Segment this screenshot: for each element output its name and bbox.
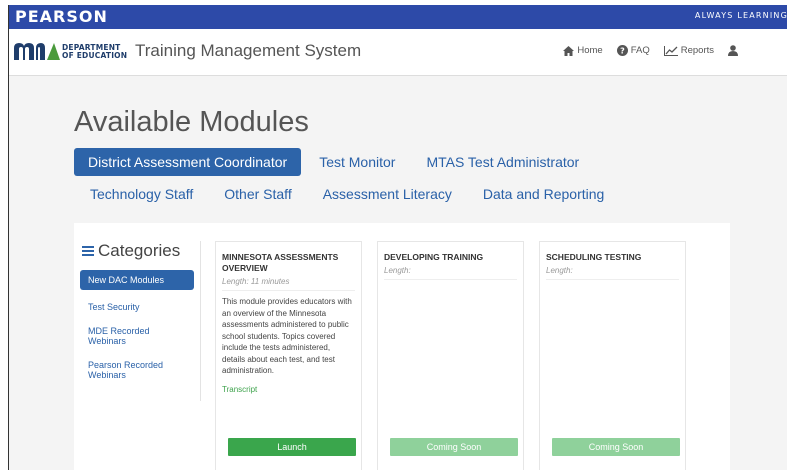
user-icon	[728, 45, 738, 56]
page-title: Available Modules	[74, 106, 309, 138]
card-length: Length: 11 minutes	[222, 277, 355, 291]
nav-faq[interactable]: ? FAQ	[616, 45, 650, 56]
pearson-bar: PEARSON ALWAYS LEARNING	[9, 5, 787, 29]
card-length: Length:	[384, 266, 517, 280]
module-tabs-row-2: Technology Staff Other Staff Assessment …	[74, 180, 635, 208]
category-test-security[interactable]: Test Security	[80, 299, 194, 315]
svg-text:?: ?	[620, 47, 625, 56]
category-list: New DAC Modules Test Security MDE Record…	[80, 270, 200, 383]
nav-user[interactable]	[728, 45, 738, 56]
question-circle-icon: ?	[616, 45, 628, 56]
tab-mtas-test-administrator[interactable]: MTAS Test Administrator	[426, 148, 579, 176]
menu-icon	[82, 246, 94, 256]
tab-technology-staff[interactable]: Technology Staff	[90, 180, 193, 208]
coming-soon-button[interactable]: Coming Soon	[390, 438, 518, 456]
home-icon	[563, 45, 575, 56]
launch-button[interactable]: Launch	[228, 438, 356, 456]
category-pearson-recorded-webinars[interactable]: Pearson Recorded Webinars	[80, 357, 194, 383]
category-mde-recorded-webinars[interactable]: MDE Recorded Webinars	[80, 323, 194, 349]
categories-heading: Categories	[82, 241, 200, 261]
card-title: SCHEDULING TESTING	[546, 252, 642, 262]
top-nav: Home ? FAQ Reports	[563, 45, 738, 56]
department-text: DEPARTMENT OF EDUCATION	[62, 43, 128, 60]
header: DEPARTMENT OF EDUCATION Training Managem…	[9, 29, 787, 76]
line-chart-icon	[663, 45, 678, 56]
card-title: MINNESOTA ASSESSMENTS OVERVIEW	[222, 252, 339, 273]
tab-assessment-literacy[interactable]: Assessment Literacy	[323, 180, 452, 208]
nav-reports[interactable]: Reports	[663, 45, 714, 56]
module-card-developing-training: DEVELOPING TRAINING Length: Coming Soon	[377, 241, 524, 470]
transcript-link[interactable]: Transcript	[222, 385, 355, 394]
app-title: Training Management System	[135, 41, 362, 60]
modules-panel: Categories New DAC Modules Test Security…	[74, 223, 730, 470]
pearson-logo[interactable]: PEARSON	[15, 7, 108, 26]
category-new-dac-modules[interactable]: New DAC Modules	[80, 270, 194, 290]
coming-soon-button[interactable]: Coming Soon	[552, 438, 680, 456]
module-card-mn-assessments-overview: MINNESOTA ASSESSMENTS OVERVIEW Length: 1…	[215, 241, 362, 470]
card-length: Length:	[546, 266, 679, 280]
module-card-scheduling-testing: SCHEDULING TESTING Length: Coming Soon	[539, 241, 686, 470]
tab-district-assessment-coordinator[interactable]: District Assessment Coordinator	[74, 148, 302, 176]
tab-other-staff[interactable]: Other Staff	[224, 180, 291, 208]
mn-logo-icon[interactable]	[14, 42, 60, 60]
tab-data-and-reporting[interactable]: Data and Reporting	[483, 180, 604, 208]
card-title: DEVELOPING TRAINING	[384, 252, 484, 262]
tagline: ALWAYS LEARNING	[694, 11, 787, 20]
categories-sidebar: Categories New DAC Modules Test Security…	[80, 241, 201, 401]
app-frame: PEARSON ALWAYS LEARNING DEPARTMENT OF ED…	[8, 5, 787, 470]
tab-test-monitor[interactable]: Test Monitor	[319, 148, 395, 176]
module-tabs-row-1: District Assessment Coordinator Test Mon…	[74, 148, 610, 176]
card-description: This module provides educators with an o…	[222, 297, 352, 375]
nav-home[interactable]: Home	[563, 45, 603, 56]
